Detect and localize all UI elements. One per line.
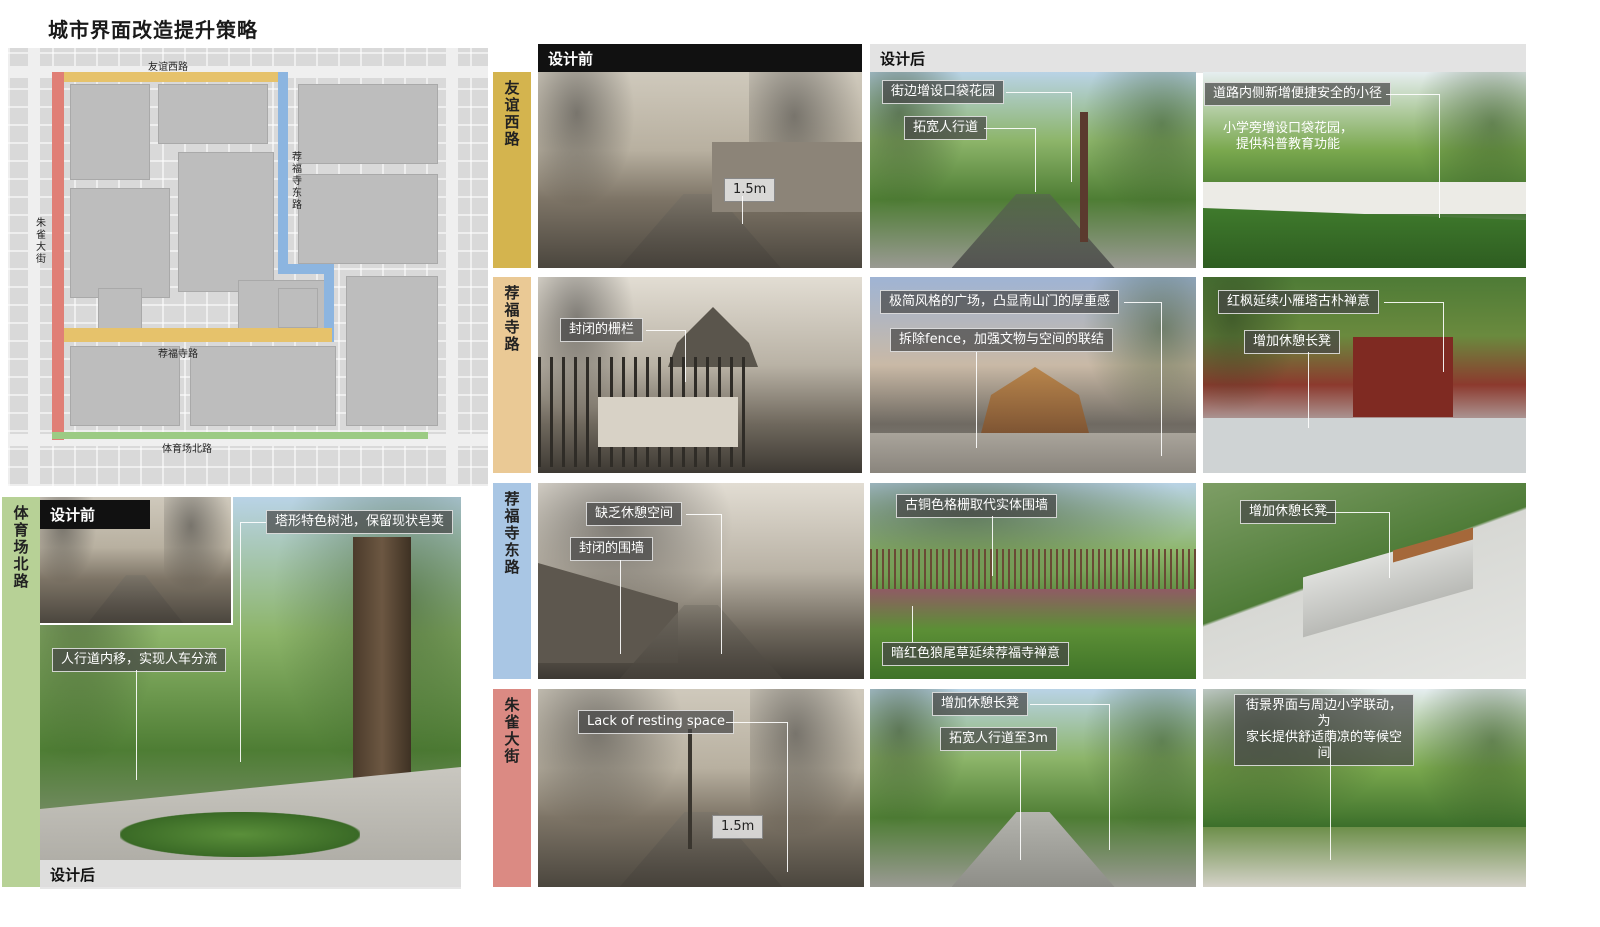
map-block [98,288,142,332]
map-highlight-tiyuchang-north [52,432,428,439]
map-block [346,276,438,426]
photo-pavement [1203,418,1526,473]
callout-r2-before: 封闭的栅栏 [560,318,644,342]
photo-shrubs [120,812,360,857]
map-block [178,152,274,292]
map-block [158,84,268,144]
callout-r3-before-b: 封闭的围墙 [570,537,654,561]
header-after-bottom: 设计后 [40,860,461,889]
callout-leader [620,560,621,654]
callout-leader [1326,512,1390,578]
callout-r4-after1-a: 增加休憩长凳 [932,692,1029,716]
callout-r3-after2: 增加休憩长凳 [1240,500,1337,524]
callout-leader [984,128,1036,192]
callout-leader [136,670,137,780]
map-highlight-zhuque [52,72,64,440]
map-label-tiyuchang-north: 体育场北路 [162,444,212,455]
page-title: 城市界面改造提升策略 [48,18,258,42]
road-name: 体育场北路 [13,504,29,590]
photo-wall [1203,182,1526,214]
map-label-jianfusi: 荐福寺路 [158,349,198,360]
map-block [298,174,438,264]
callout-leader [1386,94,1440,218]
callout-leader [240,522,266,762]
map-highlight-jianfusi-east-b [278,264,330,274]
map-road [28,48,40,486]
road-label-zhuque: 朱雀大街 [493,689,531,887]
map-label-youyi-west: 友谊西路 [148,62,188,73]
callout-leader [1384,302,1444,372]
photo-ground [1203,827,1526,887]
callout-left-b: 人行道内移，实现人车分流 [52,648,227,672]
callout-left-a: 塔形特色树池，保留现状皂荚 [266,510,454,534]
header-before-bottom: 设计前 [40,500,150,529]
photo-youyi-before [538,72,862,268]
road-name: 友谊西路 [504,79,520,148]
callout-leader [686,514,722,654]
road-label-tiyuchang-north: 体育场北路 [2,497,40,887]
callout-leader [1030,704,1110,850]
map-block [278,288,318,328]
callout-leader [742,196,743,224]
photo-signpost [1080,112,1088,242]
callout-r4-before-b: 1.5m [712,815,764,839]
callout-r2-after1-b: 拆除fence，加强文物与空间的联结 [890,328,1113,352]
road-name: 荐福寺东路 [504,490,520,576]
photo-trees [1081,72,1196,219]
callout-r2-after1-a: 极简风格的广场，凸显南山门的厚重感 [880,290,1120,314]
header-after: 设计后 [870,44,1526,73]
callout-leader [992,516,993,576]
callout-r3-after1-b: 暗红色狼尾草延续荐福寺禅意 [882,642,1070,666]
map-block [298,84,438,164]
road-name: 朱雀大街 [504,696,520,765]
photo-trees [1412,689,1526,838]
map-block [70,84,150,180]
callout-r1-after1-b: 拓宽人行道 [904,116,988,140]
map-block [190,346,336,426]
callout-r2-after2-a: 红枫延续小雁塔古朴禅意 [1218,290,1380,314]
callout-r3-before-a: 缺乏休憩空间 [586,502,683,526]
callout-leader [1308,352,1309,428]
callout-r4-after2: 街景界面与周边小学联动，为 家长提供舒适荫凉的等候空间 [1234,694,1414,766]
callout-leader [1330,730,1331,860]
callout-r1-after1-a: 街边增设口袋花园 [882,80,1005,104]
road-label-jianfusi: 荐福寺路 [493,277,531,473]
photo-jianfusi-before [538,277,862,473]
map-highlight-youyi-west [52,72,278,82]
map-label-jianfusi-east: 荐福寺东路 [292,152,302,211]
callout-leader [646,330,686,382]
callout-r3-after1-a: 古铜色格栅取代实体围墙 [896,494,1058,518]
callout-leader [726,722,788,872]
road-name: 荐福寺路 [504,284,520,353]
header-before: 设计前 [538,44,862,73]
callout-leader [1020,750,1021,860]
photo-trees [164,497,231,592]
callout-r1-after2-a: 道路内侧新增便捷安全的小径 [1204,82,1392,106]
photo-cart [598,397,738,447]
site-plan-map: 友谊西路 荐福寺东路 朱雀大街 荐福寺路 体育场北路 [8,48,488,486]
map-highlight-jianfusi [64,328,332,342]
road-label-youyi-west: 友谊西路 [493,72,531,268]
road-label-jianfusi-east: 荐福寺东路 [493,483,531,679]
callout-leader [1124,302,1162,456]
photo-temple-gate [980,367,1090,437]
callout-r1-before: 1.5m [724,178,776,202]
map-road [446,48,458,486]
map-label-zhuque: 朱雀大街 [36,218,46,265]
callout-r2-after2-b: 增加休憩长凳 [1244,330,1341,354]
photo-trees [538,72,636,210]
callout-r4-after1-b: 拓宽人行道至3m [940,727,1057,751]
map-highlight-jianfusi-east-a [278,72,288,268]
callout-r4-before-a: Lack of resting space [578,710,734,734]
callout-leader [976,352,977,448]
map-block [70,188,170,298]
callout-r1-after2-b: 小学旁增设口袋花园， 提供科普教育功能 [1222,121,1353,152]
photo-pole [688,729,692,849]
callout-leader [912,606,913,642]
